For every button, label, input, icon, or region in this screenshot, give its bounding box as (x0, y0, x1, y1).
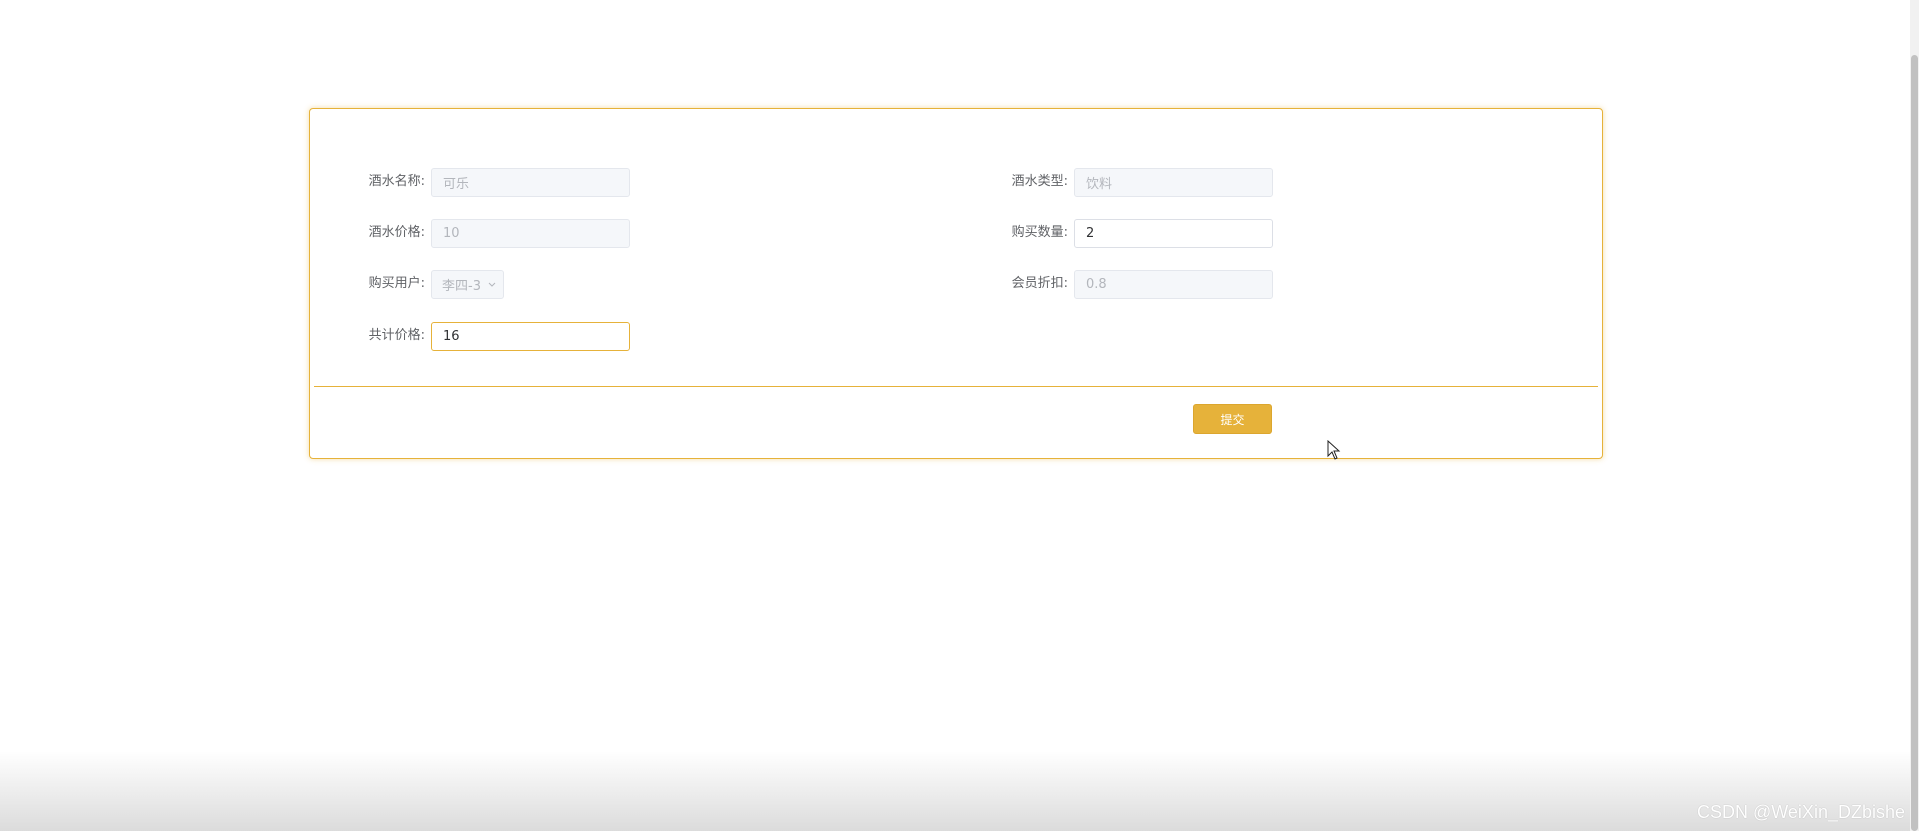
drink-name-row: 酒水名称: 可乐 (357, 167, 630, 197)
purchase-user-label: 购买用户: (368, 275, 425, 291)
purchase-qty-row: 购买数量: 2 (1000, 218, 1273, 248)
drink-price-field[interactable]: 10 (431, 218, 630, 248)
purchase-user-row: 购买用户: 李四-3 (357, 269, 504, 299)
member-discount-label: 会员折扣: (1011, 275, 1068, 291)
scrollbar-thumb[interactable] (1911, 55, 1918, 831)
bottom-fade-overlay (0, 751, 1910, 831)
purchase-qty-label: 购买数量: (1011, 224, 1068, 240)
purchase-user-value: 李四-3 (442, 278, 481, 294)
submit-button[interactable]: 提交 (1193, 404, 1272, 434)
vertical-scrollbar[interactable] (1910, 0, 1919, 831)
drink-type-label: 酒水类型: (1011, 173, 1068, 189)
drink-name-label: 酒水名称: (368, 173, 425, 189)
purchase-user-select[interactable]: 李四-3 (431, 269, 504, 299)
drink-type-field[interactable]: 饮料 (1074, 167, 1273, 197)
total-price-field[interactable]: 16 (431, 321, 630, 351)
member-discount-field[interactable]: 0.8 (1074, 269, 1273, 299)
chevron-down-icon (488, 282, 496, 287)
drink-type-row: 酒水类型: 饮料 (1000, 167, 1273, 197)
drink-price-row: 酒水价格: 10 (357, 218, 630, 248)
form-divider (314, 386, 1598, 387)
member-discount-row: 会员折扣: 0.8 (1000, 269, 1273, 299)
drink-order-form: 酒水名称: 可乐 酒水类型: 饮料 酒水价格: 10 购买数量: 2 购买用户:… (309, 108, 1603, 459)
total-price-row: 共计价格: 16 (357, 321, 630, 351)
drink-name-field[interactable]: 可乐 (431, 167, 630, 197)
page: 酒水名称: 可乐 酒水类型: 饮料 酒水价格: 10 购买数量: 2 购买用户:… (0, 0, 1919, 831)
total-price-label: 共计价格: (368, 327, 425, 343)
watermark: CSDN @WeiXin_DZbishe (1696, 802, 1905, 822)
drink-price-label: 酒水价格: (368, 224, 425, 240)
mouse-pointer-icon (1327, 440, 1341, 460)
purchase-qty-field[interactable]: 2 (1074, 218, 1273, 248)
